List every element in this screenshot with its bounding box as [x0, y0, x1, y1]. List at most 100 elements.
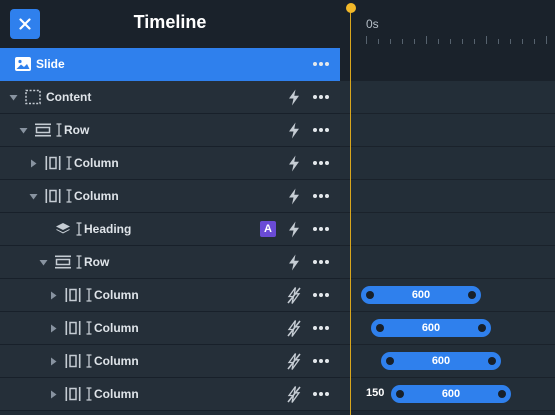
- layer-label: Column: [74, 189, 119, 203]
- ruler-tick: [438, 39, 439, 44]
- layer-row[interactable]: Content: [0, 81, 340, 114]
- layer-label: Heading: [84, 222, 132, 236]
- bar-start-handle[interactable]: [396, 390, 404, 398]
- panel-title: Timeline: [133, 12, 207, 32]
- layer-row[interactable]: Column: [0, 378, 340, 411]
- text-cursor-icon: [76, 222, 82, 236]
- ruler-tick: [474, 39, 475, 44]
- ruler-tick: [462, 39, 463, 44]
- bar-start-handle[interactable]: [366, 291, 374, 299]
- column-icon: [65, 321, 81, 335]
- bolt-slashed-icon: [287, 320, 301, 337]
- bolt-slashed-icon: [287, 287, 301, 304]
- layer-label: Row: [84, 255, 110, 269]
- bar-start-handle[interactable]: [386, 357, 394, 365]
- caret-right-icon: [51, 291, 57, 300]
- more-options-icon[interactable]: [312, 289, 330, 301]
- layer-row[interactable]: Column: [0, 279, 340, 312]
- layer-row[interactable]: Row: [0, 114, 340, 147]
- row-icon: [55, 255, 71, 269]
- text-cursor-icon: [86, 387, 92, 401]
- bar-end-handle[interactable]: [498, 390, 506, 398]
- ruler-start-label: 0s: [366, 17, 379, 31]
- more-options-icon[interactable]: [312, 322, 330, 334]
- layer-label: Column: [94, 354, 139, 368]
- layer-label: Column: [94, 321, 139, 335]
- layer-label: Content: [46, 90, 92, 104]
- ruler-tick: [522, 39, 523, 44]
- caret-right-icon: [31, 159, 37, 168]
- ruler-tick: [486, 36, 487, 44]
- more-options-icon[interactable]: [312, 91, 330, 103]
- text-cursor-icon: [86, 321, 92, 335]
- more-options-icon[interactable]: [312, 256, 330, 268]
- animation-bar[interactable]: 600: [381, 352, 501, 370]
- bar-end-handle[interactable]: [488, 357, 496, 365]
- delay-label: 150: [366, 387, 385, 399]
- more-options-icon[interactable]: [312, 157, 330, 169]
- caret-down-icon: [19, 128, 28, 134]
- text-cursor-icon: [66, 156, 72, 170]
- caret-down-icon: [39, 260, 48, 266]
- track-row: [340, 48, 555, 81]
- track-row: [340, 81, 555, 114]
- text-cursor-icon: [76, 255, 82, 269]
- text-cursor-icon: [56, 123, 62, 137]
- ruler-tick: [546, 36, 547, 44]
- text-cursor-icon: [66, 189, 72, 203]
- ruler-tick: [498, 39, 499, 44]
- bolt-icon: [289, 122, 299, 139]
- layer-row[interactable]: Column: [0, 147, 340, 180]
- ruler-tick: [414, 39, 415, 44]
- bolt-slashed-icon: [287, 353, 301, 370]
- ruler-tick: [510, 39, 511, 44]
- animation-badge[interactable]: A: [260, 221, 276, 237]
- bar-end-handle[interactable]: [478, 324, 486, 332]
- animation-bar[interactable]: 600: [371, 319, 491, 337]
- playhead-handle[interactable]: [346, 3, 356, 13]
- more-options-icon[interactable]: [312, 223, 330, 235]
- column-icon: [45, 156, 61, 170]
- layer-label: Slide: [36, 57, 65, 71]
- timeline-header: Timeline: [0, 0, 340, 48]
- animation-bar[interactable]: 600: [361, 286, 481, 304]
- layer-row[interactable]: Column: [0, 345, 340, 378]
- text-cursor-icon: [86, 288, 92, 302]
- column-icon: [65, 354, 81, 368]
- layer-label: Column: [94, 288, 139, 302]
- more-options-icon[interactable]: [312, 58, 330, 70]
- more-options-icon[interactable]: [312, 190, 330, 202]
- caret-down-icon: [9, 95, 18, 101]
- layer-label: Row: [64, 123, 90, 137]
- track-row: [340, 114, 555, 147]
- more-options-icon[interactable]: [312, 124, 330, 136]
- column-icon: [65, 387, 81, 401]
- ruler-tick: [534, 39, 535, 44]
- more-options-icon[interactable]: [312, 388, 330, 400]
- layer-row[interactable]: Column: [0, 180, 340, 213]
- bar-duration: 600: [441, 388, 461, 400]
- ruler-tick: [426, 36, 427, 44]
- more-options-icon[interactable]: [312, 355, 330, 367]
- caret-down-icon: [29, 194, 38, 200]
- animation-bar[interactable]: 600: [391, 385, 511, 403]
- layer-row[interactable]: Slide: [0, 48, 340, 81]
- layer-row[interactable]: Row: [0, 246, 340, 279]
- layer-row[interactable]: Heading A: [0, 213, 340, 246]
- layer-label: Column: [94, 387, 139, 401]
- ruler-tick: [402, 39, 403, 44]
- time-ruler[interactable]: 0s: [340, 0, 555, 48]
- ruler-tick: [366, 36, 367, 44]
- caret-right-icon: [51, 390, 57, 399]
- bar-end-handle[interactable]: [468, 291, 476, 299]
- column-icon: [45, 189, 61, 203]
- ruler-tick: [390, 39, 391, 44]
- bar-start-handle[interactable]: [376, 324, 384, 332]
- layer-row[interactable]: Column: [0, 312, 340, 345]
- bolt-icon: [289, 221, 299, 238]
- bolt-icon: [289, 188, 299, 205]
- track-row: [340, 147, 555, 180]
- bar-duration: 600: [411, 289, 431, 301]
- text-cursor-icon: [86, 354, 92, 368]
- track-row: [340, 246, 555, 279]
